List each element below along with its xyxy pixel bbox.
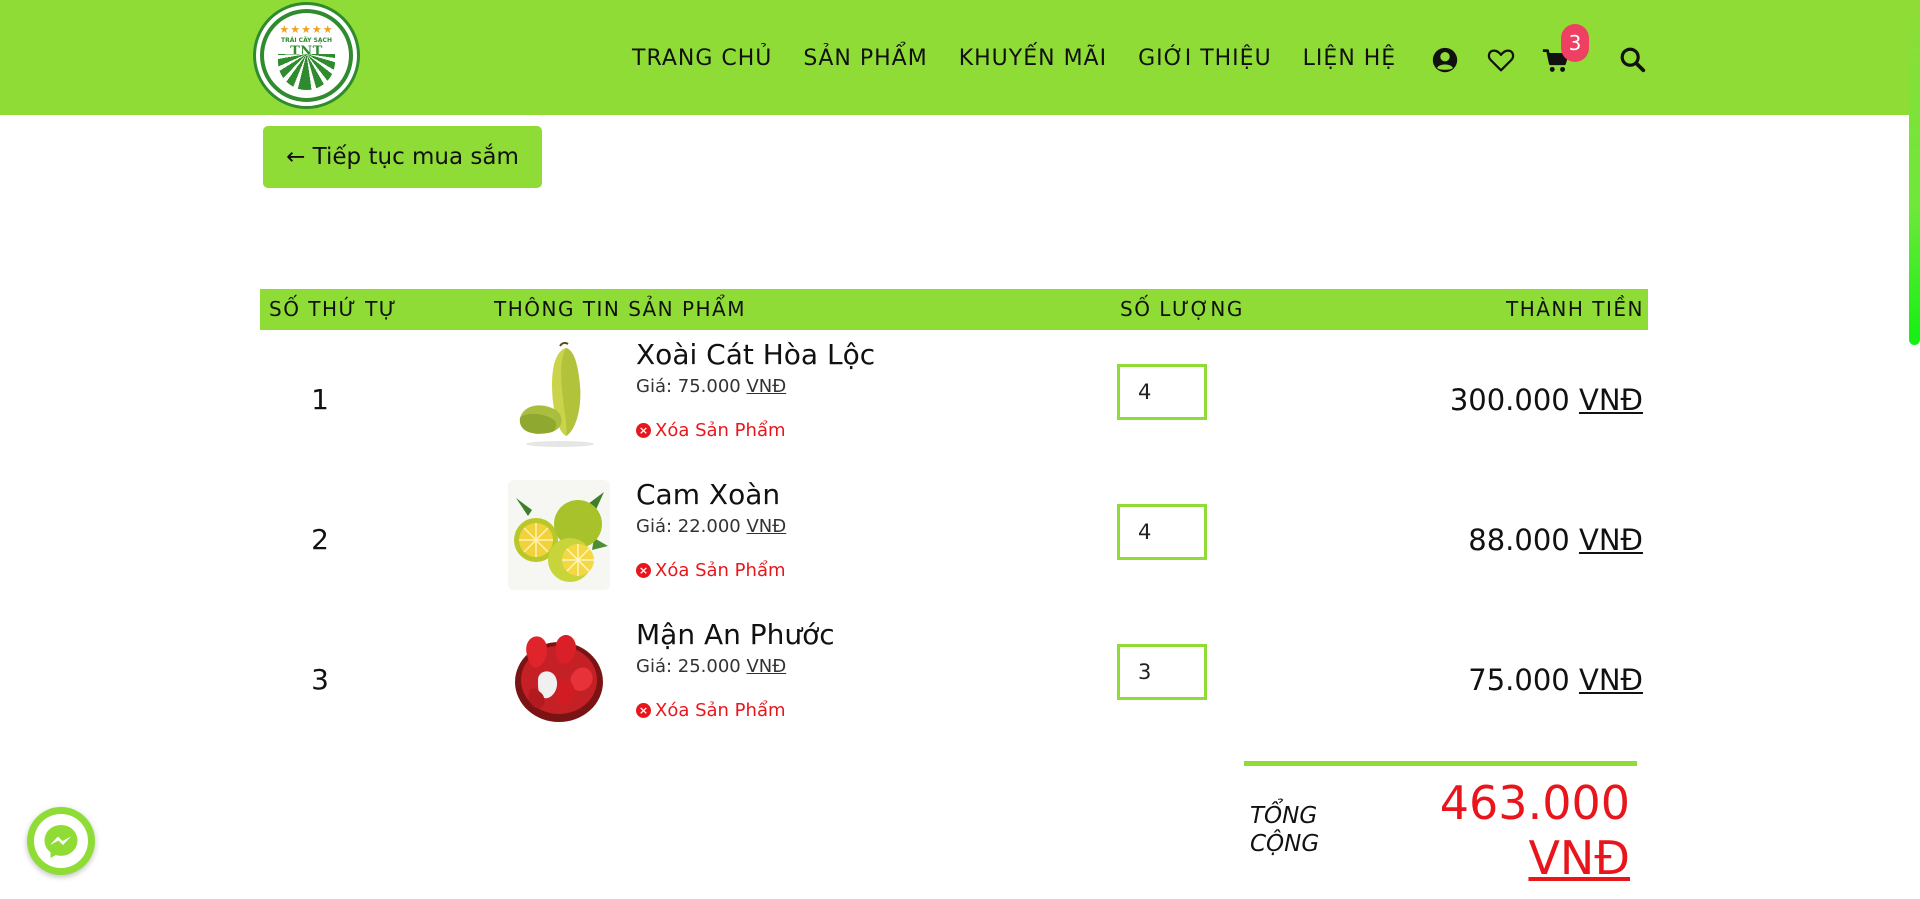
header-product: THÔNG TIN SẢN PHẨM	[494, 297, 746, 321]
product-name[interactable]: Xoài Cát Hòa Lộc	[636, 338, 875, 371]
product-name[interactable]: Mận An Phước	[636, 618, 835, 651]
product-price: Giá: 25.000 VNĐ	[636, 656, 787, 677]
row-index: 1	[311, 383, 329, 416]
main-nav: TRANG CHỦ SẢN PHẨM KHUYẾN MÃI GIỚI THIỆU…	[632, 46, 1427, 76]
site-logo[interactable]: ★★★★★ TRÁI CÂY SẠCH TNT FRUIT	[256, 5, 357, 106]
row-subtotal: 75.000 VNĐ	[1468, 663, 1643, 697]
product-image-rose-apple[interactable]	[508, 620, 610, 730]
quantity-input[interactable]	[1117, 504, 1207, 560]
logo-small-text: TRÁI CÂY SẠCH	[281, 37, 332, 44]
site-header: ★★★★★ TRÁI CÂY SẠCH TNT FRUIT TRANG CHỦ …	[0, 0, 1909, 115]
header-quantity: SỐ LƯỢNG	[1120, 297, 1244, 321]
row-subtotal: 300.000 VNĐ	[1449, 383, 1643, 417]
cart-table-header: SỐ THỨ TỰ THÔNG TIN SẢN PHẨM SỐ LƯỢNG TH…	[260, 289, 1648, 330]
heart-icon	[1487, 49, 1515, 72]
cart-row: 1 Xoài Cát Hòa Lộc Giá: 75.000 VNĐ × Xóa …	[260, 330, 1648, 470]
quantity-input[interactable]	[1117, 644, 1207, 700]
product-image-mango[interactable]	[508, 340, 610, 450]
total-value: 463.000 VNĐ	[1439, 776, 1630, 885]
nav-item-about[interactable]: GIỚI THIỆU	[1138, 46, 1272, 76]
product-price: Giá: 22.000 VNĐ	[636, 516, 787, 537]
logo-stars: ★★★★★	[279, 23, 334, 36]
logo-fruit-slice	[278, 54, 335, 90]
total-label: TỔNG CỘNG	[1250, 803, 1320, 857]
header-subtotal: THÀNH TIỀN	[1505, 297, 1644, 321]
account-button[interactable]	[1429, 44, 1461, 76]
remove-product-button[interactable]: × Xóa Sản Phẩm	[636, 560, 786, 581]
row-subtotal: 88.000 VNĐ	[1468, 523, 1643, 557]
nav-item-contact[interactable]: LIỆN HỆ	[1303, 46, 1397, 76]
product-name[interactable]: Cam Xoàn	[636, 478, 780, 511]
total-divider	[1244, 761, 1637, 766]
remove-icon: ×	[636, 423, 651, 438]
search-button[interactable]	[1617, 44, 1649, 76]
remove-icon: ×	[636, 563, 651, 578]
continue-shopping-button[interactable]: ← Tiếp tục mua sắm	[263, 126, 542, 188]
cart-row: 3 Mận An Phước Giá: 25.000 VNĐ × Xóa Sản …	[260, 610, 1648, 750]
scrollbar-thumb[interactable]	[1909, 0, 1920, 345]
messenger-icon	[44, 825, 78, 858]
search-icon	[1620, 47, 1646, 73]
messenger-chat-button[interactable]	[27, 807, 95, 875]
nav-item-promotions[interactable]: KHUYẾN MÃI	[959, 46, 1107, 76]
remove-product-button[interactable]: × Xóa Sản Phẩm	[636, 700, 786, 721]
row-index: 2	[311, 523, 329, 556]
user-icon	[1432, 47, 1458, 73]
header-index: SỐ THỨ TỰ	[269, 297, 398, 321]
nav-item-products[interactable]: SẢN PHẨM	[803, 46, 927, 76]
quantity-input[interactable]	[1117, 364, 1207, 420]
wishlist-button[interactable]	[1485, 44, 1517, 76]
product-image-orange[interactable]	[508, 480, 610, 590]
remove-icon: ×	[636, 703, 651, 718]
row-index: 3	[311, 663, 329, 696]
nav-item-home[interactable]: TRANG CHỦ	[632, 46, 772, 76]
product-price: Giá: 75.000 VNĐ	[636, 376, 787, 397]
cart-count-badge: 3	[1561, 24, 1589, 62]
cart-row: 2 Cam Xoàn Giá: 22.000 VNĐ × Xóa Sản Phẩm…	[260, 470, 1648, 610]
remove-product-button[interactable]: × Xóa Sản Phẩm	[636, 420, 786, 441]
